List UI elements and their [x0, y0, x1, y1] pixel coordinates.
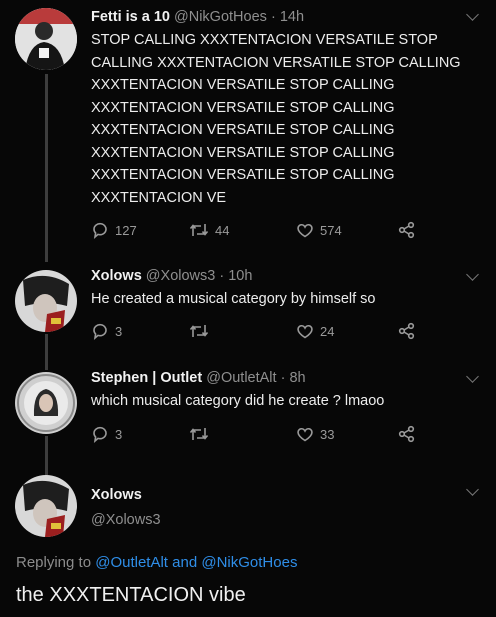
avatar[interactable]	[15, 8, 77, 70]
reply-count: 127	[115, 222, 137, 238]
retweet-icon	[189, 428, 209, 440]
mention-link[interactable]: @OutletAlt	[95, 554, 168, 571]
reply-icon	[93, 323, 107, 340]
separator-dot: ·	[270, 9, 276, 25]
replying-to: Replying to @OutletAlt and @NikGotHoes	[16, 554, 297, 571]
mention-joiner: and	[172, 554, 198, 571]
user-handle[interactable]: @NikGotHoes	[174, 9, 267, 25]
share-icon	[398, 425, 415, 443]
like-icon	[297, 427, 313, 442]
tweet-header: Fetti is a 10 @NikGotHoes · 14h	[91, 9, 304, 25]
reply-button[interactable]: 3	[91, 322, 122, 340]
reply-button[interactable]: 3	[91, 425, 122, 443]
avatar-image	[15, 8, 77, 70]
tweet-1[interactable]: Fetti is a 10 @NikGotHoes · 14h STOP CAL…	[0, 0, 496, 262]
retweet-count: 44	[215, 222, 230, 238]
avatar-image	[15, 270, 77, 332]
avatar-image	[15, 475, 77, 537]
reply-icon	[93, 222, 107, 239]
reply-count: 3	[115, 323, 123, 339]
display-name[interactable]: Xolows	[91, 268, 142, 284]
retweet-button[interactable]: 44	[189, 221, 229, 239]
avatar[interactable]	[15, 475, 77, 537]
tweet-header: Xolows @Xolows3 · 10h	[91, 268, 252, 284]
timestamp[interactable]: 8h	[289, 370, 305, 386]
caret-down-icon[interactable]	[466, 8, 479, 21]
like-button[interactable]: 33	[296, 425, 334, 443]
separator-dot: ·	[219, 268, 225, 284]
reply-button[interactable]: 127	[91, 221, 137, 239]
tweet-text: which musical category did he create ? l…	[91, 393, 385, 409]
separator-dot: ·	[280, 370, 286, 386]
avatar[interactable]	[15, 372, 77, 434]
retweet-icon	[189, 224, 209, 236]
tweet-2[interactable]: Xolows @Xolows3 · 10h He created a music…	[0, 258, 496, 370]
like-icon	[297, 324, 313, 339]
like-count: 574	[320, 222, 342, 238]
tweet-text: He created a musical category by himself…	[91, 291, 376, 307]
display-name[interactable]: Stephen | Outlet	[91, 370, 202, 386]
display-name[interactable]: Fetti is a 10	[91, 9, 170, 25]
thread-line	[45, 74, 48, 262]
avatar-image	[15, 372, 77, 434]
display-name[interactable]: Xolows	[91, 487, 142, 503]
timestamp[interactable]: 10h	[228, 268, 252, 284]
tweet-text: STOP CALLING XXXTENTACION VERSATILE STOP…	[91, 32, 461, 206]
share-button[interactable]	[398, 221, 416, 239]
like-icon	[297, 223, 313, 238]
share-icon	[398, 221, 415, 239]
like-count: 33	[320, 426, 335, 442]
caret-down-icon[interactable]	[466, 268, 479, 281]
replying-prefix: Replying to	[16, 554, 92, 571]
user-handle[interactable]: @OutletAlt	[206, 370, 276, 386]
timestamp[interactable]: 14h	[280, 9, 304, 25]
caret-down-icon[interactable]	[466, 483, 479, 496]
reply-icon	[93, 426, 107, 443]
tweet-3[interactable]: Stephen | Outlet @OutletAlt · 8h which m…	[0, 360, 496, 478]
user-handle[interactable]: @Xolows3	[91, 512, 161, 528]
like-button[interactable]: 574	[296, 221, 342, 239]
retweet-button[interactable]	[189, 425, 215, 443]
avatar[interactable]	[15, 270, 77, 332]
share-button[interactable]	[398, 322, 416, 340]
mention-link[interactable]: @NikGotHoes	[201, 554, 297, 571]
retweet-icon	[189, 325, 209, 337]
retweet-button[interactable]	[189, 322, 215, 340]
like-button[interactable]: 24	[296, 322, 334, 340]
tweet-header: Stephen | Outlet @OutletAlt · 8h	[91, 370, 306, 386]
tweet-text: the XXXTENTACION vibe	[16, 584, 246, 606]
share-button[interactable]	[398, 425, 416, 443]
user-handle[interactable]: @Xolows3	[146, 268, 216, 284]
reply-count: 3	[115, 426, 123, 442]
caret-down-icon[interactable]	[466, 370, 479, 383]
like-count: 24	[320, 323, 335, 339]
share-icon	[398, 322, 415, 340]
